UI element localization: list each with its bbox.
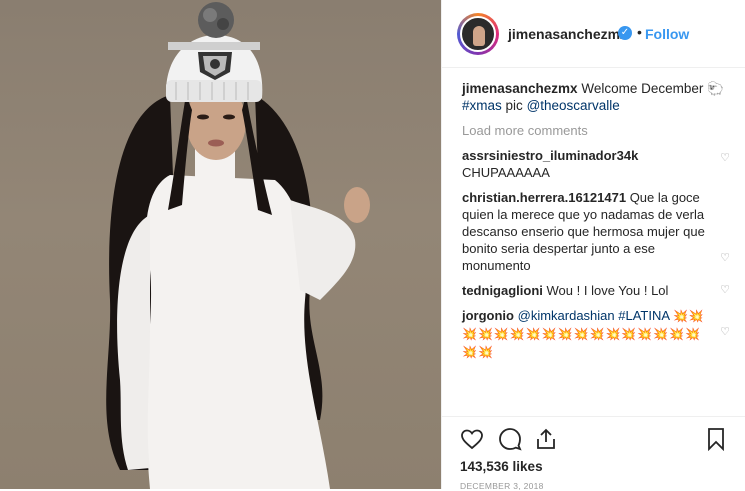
comment-like-heart-icon[interactable]: ♡: [720, 253, 730, 264]
avatar[interactable]: [460, 16, 496, 52]
caption-text: Welcome December 🐑: [581, 81, 724, 96]
caption-username[interactable]: jimenasanchezmx: [462, 81, 578, 96]
comment-hashtag[interactable]: #LATINA: [618, 308, 669, 323]
post-actions: 143,536 likes DECEMBER 3, 2018: [442, 416, 745, 491]
post-caption: jimenasanchezmx Welcome December 🐑 #xmas…: [462, 80, 732, 114]
verified-badge-icon: ✓: [618, 26, 632, 40]
caption-hashtag[interactable]: #xmas: [462, 98, 502, 113]
post-side-panel: jimenasanchezmx ✓ • Follow jimenasanchez…: [441, 0, 745, 491]
comment-like-heart-icon[interactable]: ♡: [720, 285, 730, 296]
heart-icon[interactable]: [460, 427, 484, 451]
comment-item: christian.herrera.16121471 Que la goce q…: [462, 189, 732, 274]
comment-icon[interactable]: [498, 427, 522, 451]
model-illustration: [106, 2, 370, 489]
caption-text-2: pic: [505, 98, 523, 113]
share-icon[interactable]: [534, 427, 558, 451]
comment-username[interactable]: jorgonio: [462, 308, 514, 323]
post-photo[interactable]: [0, 0, 441, 489]
post-header: jimenasanchezmx ✓ • Follow: [442, 0, 745, 68]
load-more-comments-button[interactable]: Load more comments: [462, 123, 732, 138]
comment-text: CHUPAAAAAA: [462, 165, 550, 180]
comment-text: Wou ! I love You ! Lol: [546, 283, 669, 298]
comment-mention[interactable]: @kimkardashian: [518, 308, 615, 323]
follow-button[interactable]: Follow: [645, 26, 689, 42]
header-separator: •: [637, 24, 642, 40]
instagram-post: jimenasanchezmx ✓ • Follow jimenasanchez…: [0, 0, 745, 491]
post-date[interactable]: DECEMBER 3, 2018: [460, 481, 544, 491]
comment-username[interactable]: christian.herrera.16121471: [462, 190, 626, 205]
header-username[interactable]: jimenasanchezmx: [508, 26, 628, 42]
comment-item: jorgonio @kimkardashian #LATINA 💥💥💥💥💥💥💥💥…: [462, 307, 732, 361]
comment-like-heart-icon[interactable]: ♡: [720, 327, 730, 338]
bookmark-icon[interactable]: [704, 427, 728, 451]
comment-item: assrsiniestro_iluminador34k CHUPAAAAAA ♡: [462, 147, 732, 181]
comment-username[interactable]: assrsiniestro_iluminador34k: [462, 148, 638, 163]
story-ring[interactable]: [457, 13, 499, 55]
likes-count[interactable]: 143,536 likes: [460, 459, 543, 474]
comments-list[interactable]: jimenasanchezmx Welcome December 🐑 #xmas…: [442, 68, 745, 416]
comment-like-heart-icon[interactable]: ♡: [720, 153, 730, 164]
comment-username[interactable]: tednigaglioni: [462, 283, 543, 298]
comment-item: tednigaglioni Wou ! I love You ! Lol ♡: [462, 282, 732, 299]
caption-mention[interactable]: @theoscarvalle: [527, 98, 620, 113]
